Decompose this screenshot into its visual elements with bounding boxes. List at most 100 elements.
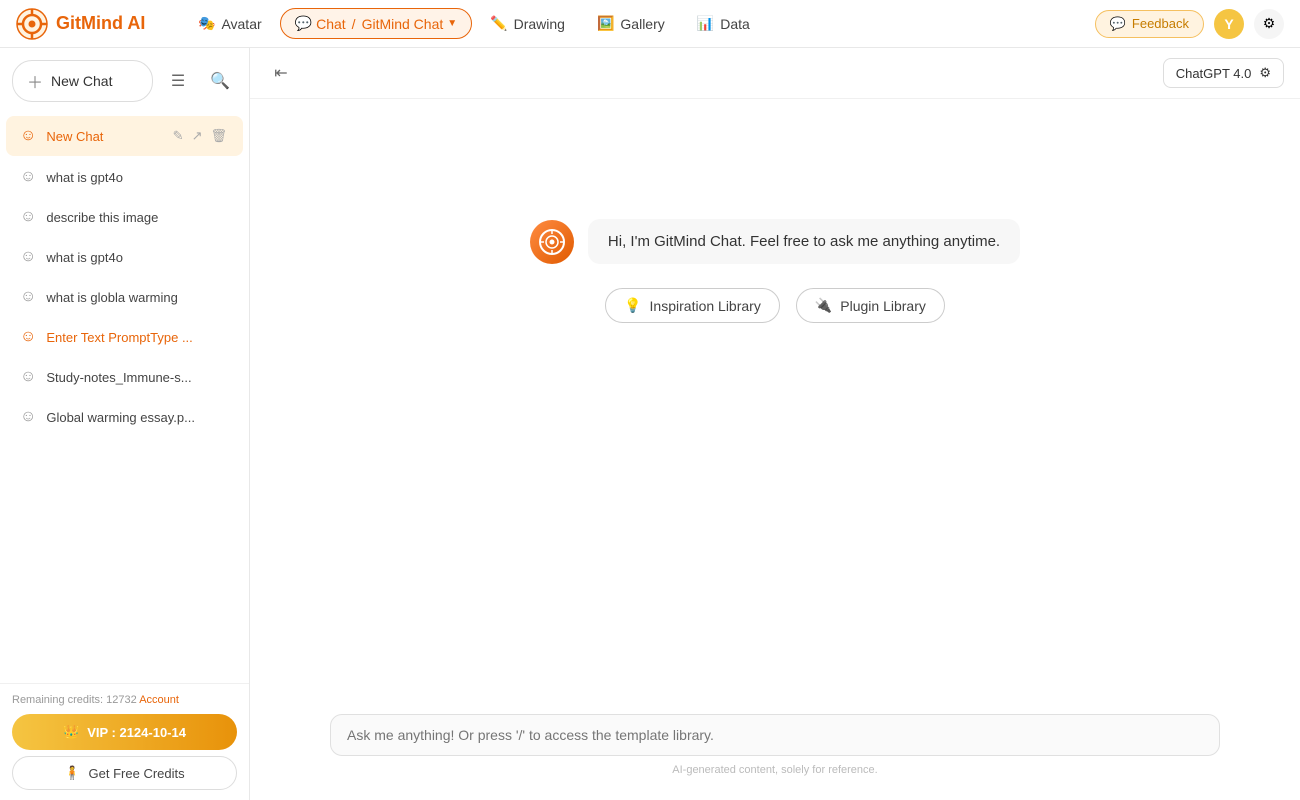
- chat-item-label: what is globla warming: [46, 290, 229, 305]
- nav-right: 💬 Feedback Y ⚙: [1095, 9, 1284, 39]
- vip-label: VIP : 2124-10-14: [87, 725, 186, 740]
- nav-gitmind-chat-label: GitMind Chat: [362, 16, 444, 32]
- sidebar-header: ＋ New Chat ☰ 🔍: [0, 48, 249, 110]
- chat-icon: ☺: [20, 288, 36, 306]
- new-chat-button[interactable]: ＋ New Chat: [12, 60, 153, 102]
- new-chat-label: New Chat: [51, 73, 112, 89]
- feedback-icon: 💬: [1110, 16, 1126, 32]
- settings-gear-icon: ⚙: [1259, 65, 1271, 81]
- sidebar: ＋ New Chat ☰ 🔍 ☺ New Chat ✎ ↗ 🗑: [0, 48, 250, 800]
- lightbulb-icon: 💡: [624, 297, 641, 314]
- plus-icon: ＋: [27, 69, 43, 93]
- chat-area: ⇤ ChatGPT 4.0 ⚙: [250, 48, 1300, 800]
- plugin-library-button[interactable]: 🔌 Plugin Library: [796, 288, 945, 323]
- nav-divider: /: [352, 16, 356, 32]
- chat-icon: ☺: [20, 368, 36, 386]
- free-credits-button[interactable]: 🧍 Get Free Credits: [12, 756, 237, 790]
- nav-drawing-label: Drawing: [514, 16, 565, 32]
- chat-icon: ☺: [20, 328, 36, 346]
- chat-item-label: what is gpt4o: [46, 170, 229, 185]
- avatar-nav-icon: 🎭: [198, 15, 215, 32]
- list-item[interactable]: ☺ what is gpt4o: [6, 158, 243, 196]
- plugin-icon: 🔌: [815, 297, 832, 314]
- inspiration-library-button[interactable]: 💡 Inspiration Library: [605, 288, 780, 323]
- chat-input[interactable]: [347, 727, 1203, 743]
- bot-avatar: [530, 220, 574, 264]
- greeting-message: Hi, I'm GitMind Chat. Feel free to ask m…: [530, 219, 1020, 264]
- chevron-down-icon: ▼: [447, 18, 457, 29]
- list-item[interactable]: ☺ Enter Text PromptType ...: [6, 318, 243, 356]
- sidebar-chat-list: ☺ New Chat ✎ ↗ 🗑 ☺ what is gpt4o ☺ descr…: [0, 110, 249, 683]
- nav-avatar-label: Avatar: [221, 16, 261, 32]
- nav-chat-label: Chat: [316, 16, 346, 32]
- collapse-sidebar-button[interactable]: ⇤: [266, 58, 296, 88]
- model-select-button[interactable]: ChatGPT 4.0 ⚙: [1163, 58, 1284, 88]
- chat-icon: ☺: [20, 248, 36, 266]
- user-avatar[interactable]: Y: [1214, 9, 1244, 39]
- footer-note: AI-generated content, solely for referen…: [330, 764, 1220, 776]
- chat-input-wrap: [330, 714, 1220, 756]
- delete-icon[interactable]: 🗑: [208, 126, 229, 146]
- chat-item-label: New Chat: [46, 129, 160, 144]
- account-link[interactable]: Account: [139, 694, 179, 706]
- feedback-button[interactable]: 💬 Feedback: [1095, 10, 1204, 38]
- search-icon: 🔍: [210, 71, 230, 91]
- drawing-nav-icon: ✏️: [490, 15, 507, 32]
- data-nav-icon: 📊: [697, 15, 714, 32]
- settings-button[interactable]: ⚙: [1254, 9, 1284, 39]
- list-item[interactable]: ☺ Global warming essay.p...: [6, 398, 243, 436]
- chat-nav-icon: 💬: [295, 15, 312, 32]
- feedback-label: Feedback: [1132, 16, 1189, 31]
- gallery-nav-icon: 🖼️: [597, 15, 614, 32]
- list-item[interactable]: ☺ New Chat ✎ ↗ 🗑: [6, 116, 243, 156]
- chat-icon: ☺: [20, 127, 36, 145]
- share-icon[interactable]: ↗: [190, 126, 205, 146]
- nav-chat[interactable]: 💬 Chat / GitMind Chat ▼: [280, 8, 473, 39]
- list-item[interactable]: ☺ describe this image: [6, 198, 243, 236]
- chat-item-label: Global warming essay.p...: [46, 410, 229, 425]
- list-item[interactable]: ☺ what is globla warming: [6, 278, 243, 316]
- chat-icon: ☺: [20, 408, 36, 426]
- sidebar-footer: Remaining credits: 12732 Account 👑 VIP :…: [0, 683, 249, 800]
- chat-list-icon[interactable]: ☰: [161, 64, 195, 98]
- greeting-text: Hi, I'm GitMind Chat. Feel free to ask m…: [588, 219, 1020, 264]
- search-button[interactable]: 🔍: [203, 64, 237, 98]
- nav-drawing[interactable]: ✏️ Drawing: [476, 9, 579, 38]
- logo-icon: [16, 8, 48, 40]
- list-item[interactable]: ☺ what is gpt4o: [6, 238, 243, 276]
- greeting-area: Hi, I'm GitMind Chat. Feel free to ask m…: [330, 219, 1220, 323]
- free-credits-label: Get Free Credits: [89, 766, 185, 781]
- plugin-library-label: Plugin Library: [840, 298, 926, 314]
- person-icon: 🧍: [64, 765, 80, 781]
- nav-avatar[interactable]: 🎭 Avatar: [184, 9, 276, 38]
- chat-toolbar: ⇤ ChatGPT 4.0 ⚙: [250, 48, 1300, 99]
- credits-text: Remaining credits: 12732 Account: [12, 694, 237, 706]
- nav-data[interactable]: 📊 Data: [683, 9, 764, 38]
- model-label: ChatGPT 4.0: [1176, 66, 1252, 81]
- chat-item-label: what is gpt4o: [46, 250, 229, 265]
- app-name: GitMind AI: [56, 13, 145, 34]
- chat-icon: ☺: [20, 168, 36, 186]
- chat-item-actions: ✎ ↗ 🗑: [171, 126, 229, 146]
- chat-item-label: Enter Text PromptType ...: [46, 330, 229, 345]
- chat-input-area: AI-generated content, solely for referen…: [250, 702, 1300, 800]
- chat-messages: Hi, I'm GitMind Chat. Feel free to ask m…: [250, 99, 1300, 702]
- crown-icon: 👑: [63, 724, 79, 740]
- chat-item-label: Study-notes_Immune-s...: [46, 370, 229, 385]
- collapse-icon: ⇤: [274, 63, 287, 83]
- logo-area: GitMind AI: [16, 8, 176, 40]
- nav-gallery-label: Gallery: [620, 16, 664, 32]
- main-layout: ＋ New Chat ☰ 🔍 ☺ New Chat ✎ ↗ 🗑: [0, 48, 1300, 800]
- library-buttons: 💡 Inspiration Library 🔌 Plugin Library: [605, 288, 945, 323]
- chat-icon: ☺: [20, 208, 36, 226]
- nav-data-label: Data: [720, 16, 750, 32]
- edit-icon[interactable]: ✎: [171, 126, 186, 146]
- vip-button[interactable]: 👑 VIP : 2124-10-14: [12, 714, 237, 750]
- gear-icon: ⚙: [1263, 15, 1276, 32]
- nav-items: 🎭 Avatar 💬 Chat / GitMind Chat ▼ ✏️ Draw…: [184, 8, 1087, 39]
- inspiration-library-label: Inspiration Library: [650, 298, 761, 314]
- list-icon: ☰: [171, 71, 185, 91]
- nav-gallery[interactable]: 🖼️ Gallery: [583, 9, 679, 38]
- topnav: GitMind AI 🎭 Avatar 💬 Chat / GitMind Cha…: [0, 0, 1300, 48]
- list-item[interactable]: ☺ Study-notes_Immune-s...: [6, 358, 243, 396]
